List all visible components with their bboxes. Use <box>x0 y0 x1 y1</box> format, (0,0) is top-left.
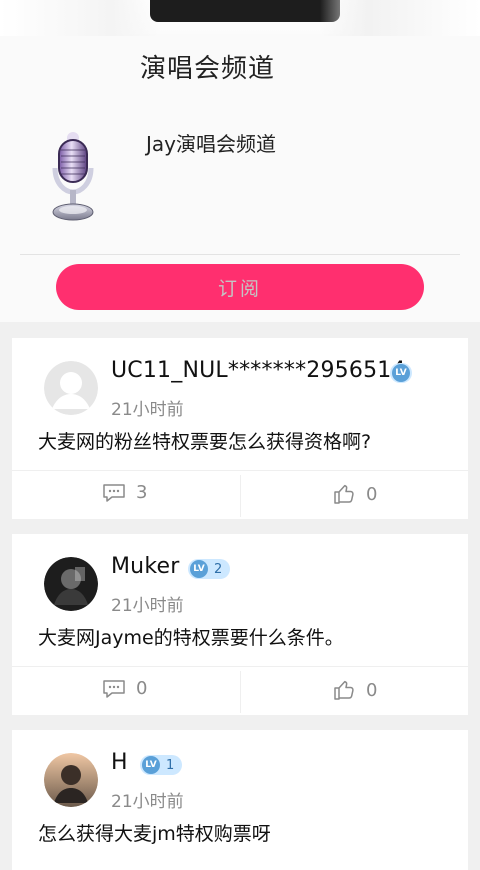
post-card[interactable]: H LV 1 21小时前 怎么获得大麦jm特权购票呀 <box>12 730 468 870</box>
level-icon: LV <box>142 756 160 774</box>
post-time: 21小时前 <box>111 596 184 616</box>
level-badge: LV <box>390 363 412 383</box>
post-time: 21小时前 <box>111 400 184 420</box>
post-content[interactable]: 怎么获得大麦jm特权购票呀 <box>38 819 271 846</box>
level-badge: LV 1 <box>140 755 183 775</box>
like-count: 0 <box>366 483 378 505</box>
level-icon: LV <box>392 364 410 382</box>
status-bar-left <box>0 0 160 36</box>
action-divider <box>240 475 241 517</box>
post-card[interactable]: UC11_NUL*******2956514 LV 21小时前 大麦网的粉丝特权… <box>12 338 468 519</box>
level-number: 2 <box>214 561 223 577</box>
channel-header: 演唱会频道 Jay演唱会频道 订阅 <box>0 0 480 322</box>
post-time: 21小时前 <box>111 792 184 812</box>
thumbs-up-icon <box>332 482 356 506</box>
comment-icon <box>102 679 126 699</box>
status-bar-notch <box>150 0 340 22</box>
post-content[interactable]: 大麦网的粉丝特权票要怎么获得资格啊? <box>38 427 371 454</box>
post-actions: 0 0 <box>12 666 468 716</box>
post-username[interactable]: UC11_NUL*******2956514 <box>111 358 406 383</box>
post-content[interactable]: 大麦网Jayme的特权票要什么条件。 <box>38 623 344 650</box>
like-count: 0 <box>366 679 378 701</box>
post-username[interactable]: Muker <box>111 554 179 579</box>
level-badge: LV 2 <box>188 559 231 579</box>
page-title: 演唱会频道 <box>140 54 276 84</box>
comment-button[interactable]: 0 <box>102 678 147 699</box>
comment-count: 3 <box>136 482 148 503</box>
channel-name: Jay演唱会频道 <box>146 132 276 156</box>
level-number: 1 <box>166 757 175 773</box>
header-divider <box>20 254 460 255</box>
comment-count: 0 <box>136 678 148 699</box>
comment-button[interactable]: 3 <box>102 482 147 503</box>
like-button[interactable]: 0 <box>332 678 377 702</box>
comment-icon <box>102 483 126 503</box>
level-icon: LV <box>190 560 208 578</box>
like-button[interactable]: 0 <box>332 482 377 506</box>
avatar[interactable] <box>44 557 98 611</box>
avatar[interactable] <box>44 753 98 807</box>
subscribe-button[interactable]: 订阅 <box>56 264 424 310</box>
microphone-icon <box>45 132 101 224</box>
post-card[interactable]: Muker LV 2 21小时前 大麦网Jayme的特权票要什么条件。 0 0 <box>12 534 468 715</box>
status-bar-right <box>320 0 480 36</box>
action-divider <box>240 671 241 713</box>
status-bar <box>0 0 480 36</box>
post-username[interactable]: H <box>111 750 128 775</box>
thumbs-up-icon <box>332 678 356 702</box>
post-actions: 3 0 <box>12 470 468 520</box>
avatar[interactable] <box>44 361 98 415</box>
